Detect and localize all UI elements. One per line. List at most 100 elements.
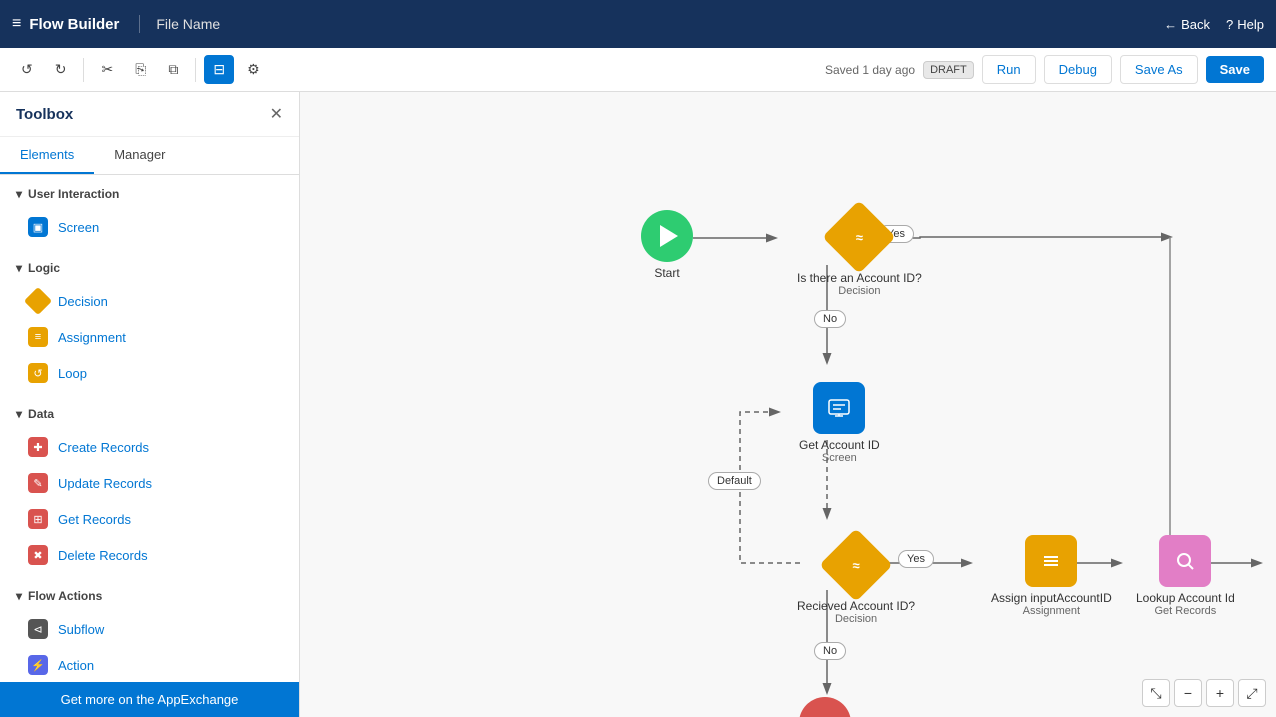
toolbox-item-get-records[interactable]: ⊞ Get Records: [0, 501, 299, 537]
toolbox-item-update-records[interactable]: ✎ Update Records: [0, 465, 299, 501]
separator-2: [195, 58, 196, 82]
separator-1: [83, 58, 84, 82]
toolbox-item-action[interactable]: ⚡ Action: [0, 647, 299, 682]
toolbox-item-subflow[interactable]: ⊲ Subflow: [0, 611, 299, 647]
screen1-sublabel: Screen: [822, 452, 857, 464]
copy-icon: ⎘: [135, 61, 146, 78]
zoom-out-button[interactable]: −: [1174, 679, 1202, 707]
delete-records-icon: ✖: [28, 545, 48, 565]
top-navigation: ≡ Flow Builder File Name ← Back ? Help: [0, 0, 1276, 48]
delete-records-label: Delete Records: [58, 548, 148, 563]
section-logic-header[interactable]: ▾ Logic: [0, 253, 299, 283]
start-circle: [641, 210, 693, 262]
settings-icon: ⚙: [247, 61, 260, 78]
section-flow-actions-header[interactable]: ▾ Flow Actions: [0, 581, 299, 611]
saved-text: Saved 1 day ago: [825, 63, 915, 77]
screen-icon: ▣: [28, 217, 48, 237]
zoom-in-button[interactable]: +: [1206, 679, 1234, 707]
screen1-label: Get Account ID: [799, 438, 880, 452]
section-user-interaction-header[interactable]: ▾ User Interaction: [0, 179, 299, 209]
chevron-down-icon-logic: ▾: [16, 261, 22, 275]
redo-button[interactable]: ↻: [46, 55, 76, 84]
toolbox-close-button[interactable]: ✕: [270, 104, 283, 124]
view-button[interactable]: ⊟: [204, 55, 234, 84]
loop-label: Loop: [58, 366, 87, 381]
subflow-label: Subflow: [58, 622, 104, 637]
draft-badge: DRAFT: [923, 61, 974, 79]
section-data-header[interactable]: ▾ Data: [0, 399, 299, 429]
subflow-icon: ⊲: [28, 619, 48, 639]
toolbox-item-assignment[interactable]: ≡ Assignment: [0, 319, 299, 355]
expand-button[interactable]: ⤡: [1142, 679, 1170, 707]
undo-button[interactable]: ↺: [12, 55, 42, 84]
fit-button[interactable]: ⤢: [1238, 679, 1266, 707]
screen-label: Screen: [58, 220, 99, 235]
connections-svg: [300, 92, 1276, 717]
copy-button[interactable]: ⎘: [126, 55, 155, 84]
section-flow-actions: ▾ Flow Actions ⊲ Subflow ⚡ Action >_ Ape…: [0, 577, 299, 682]
decision-icon: [24, 287, 52, 315]
paste-button[interactable]: ⧉: [159, 55, 187, 84]
cut-button[interactable]: ✂: [92, 55, 122, 84]
update-records-icon: ✎: [28, 473, 48, 493]
back-arrow-icon: ←: [1164, 17, 1177, 32]
canvas-controls: ⤡ − + ⤢: [1142, 679, 1266, 707]
nav-right-actions: ← Back ? Help: [1164, 17, 1264, 32]
section-logic-label: Logic: [28, 261, 60, 275]
decision1-icon: ≈: [856, 230, 863, 245]
toolbox-content: ▾ User Interaction ▣ Screen ▾ Logic Deci…: [0, 175, 299, 682]
decision2-label: Recieved Account ID?: [797, 599, 915, 613]
undo-icon: ↺: [21, 61, 33, 78]
main-layout: Toolbox ✕ Elements Manager ▾ User Intera…: [0, 92, 1276, 717]
toolbox-item-create-records[interactable]: ✚ Create Records: [0, 429, 299, 465]
toolbox-item-decision[interactable]: Decision: [0, 283, 299, 319]
toolbar: ↺ ↻ ✂ ⎘ ⧉ ⊟ ⚙ Saved 1 day ago DRAFT Run …: [0, 48, 1276, 92]
screen1-icon: [813, 382, 865, 434]
decision2-node[interactable]: ≈ Recieved Account ID? Decision: [797, 535, 915, 625]
save-status: Saved 1 day ago DRAFT: [825, 61, 974, 79]
run-button[interactable]: Run: [982, 55, 1036, 84]
screen1-node[interactable]: Get Account ID Screen: [799, 382, 880, 464]
chevron-down-icon: ▾: [16, 187, 22, 201]
file-name[interactable]: File Name: [156, 16, 1164, 32]
conn-label-default: Default: [708, 472, 761, 490]
assign1-label: Assign inputAccountID: [991, 591, 1112, 605]
back-button[interactable]: ← Back: [1164, 17, 1210, 32]
start-node[interactable]: Start: [641, 210, 693, 280]
debug-button[interactable]: Debug: [1044, 55, 1112, 84]
decision1-node[interactable]: ≈ Is there an Account ID? Decision: [797, 207, 922, 297]
create-records-label: Create Records: [58, 440, 149, 455]
lookup1-node[interactable]: Lookup Account Id Get Records: [1136, 535, 1235, 617]
section-data-label: Data: [28, 407, 54, 421]
settings-button[interactable]: ⚙: [238, 55, 269, 84]
app-brand: ≡ Flow Builder: [12, 15, 140, 33]
action-label: Action: [58, 658, 94, 673]
lookup1-label: Lookup Account Id: [1136, 591, 1235, 605]
toolbox-panel: Toolbox ✕ Elements Manager ▾ User Intera…: [0, 92, 300, 717]
decision2-icon: ≈: [852, 558, 859, 573]
decision2-sublabel: Decision: [835, 613, 877, 625]
hamburger-icon[interactable]: ≡: [12, 15, 21, 33]
loop-icon: ↺: [28, 363, 48, 383]
save-as-button[interactable]: Save As: [1120, 55, 1198, 84]
toolbox-header: Toolbox ✕: [0, 92, 299, 137]
paste-icon: ⧉: [168, 61, 178, 78]
conn-label-no1: No: [814, 310, 846, 328]
save-button[interactable]: Save: [1206, 56, 1264, 83]
help-icon: ?: [1226, 17, 1233, 32]
tab-elements[interactable]: Elements: [0, 137, 94, 174]
assign1-icon: [1025, 535, 1077, 587]
help-button[interactable]: ? Help: [1226, 17, 1264, 32]
toolbox-item-delete-records[interactable]: ✖ Delete Records: [0, 537, 299, 573]
assign1-node[interactable]: Assign inputAccountID Assignment: [991, 535, 1112, 617]
assignment-label: Assignment: [58, 330, 126, 345]
flow-canvas[interactable]: Yes No Default Yes No Yes No Start ≈ Is …: [300, 92, 1276, 717]
toolbox-item-loop[interactable]: ↺ Loop: [0, 355, 299, 391]
toolbox-item-screen[interactable]: ▣ Screen: [0, 209, 299, 245]
appexchange-footer[interactable]: Get more on the AppExchange: [0, 682, 299, 717]
assign1-sublabel: Assignment: [1023, 605, 1080, 617]
stop-node[interactable]: Stop: [799, 697, 851, 717]
app-name: Flow Builder: [29, 16, 119, 33]
conn-label-no2: No: [814, 642, 846, 660]
tab-manager[interactable]: Manager: [94, 137, 185, 174]
